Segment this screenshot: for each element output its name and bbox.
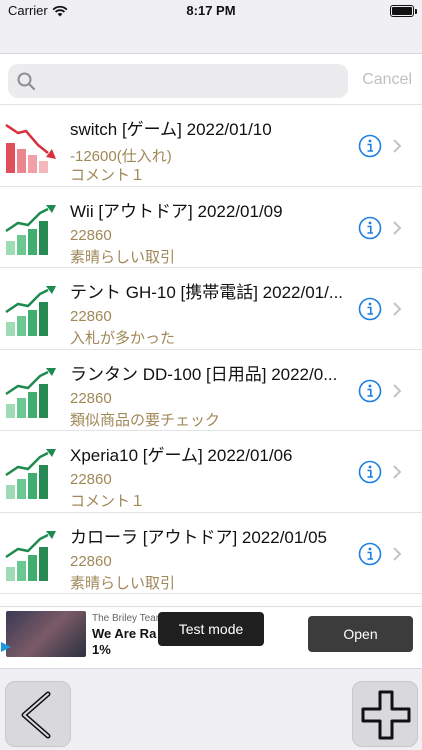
record-comment: 類似商品の要チェック: [70, 411, 221, 429]
search-icon: [17, 72, 36, 91]
add-record-button[interactable]: [352, 681, 418, 747]
clock: 8:17 PM: [186, 3, 236, 18]
navigation-bar: [0, 24, 422, 54]
back-button[interactable]: [5, 681, 71, 747]
ad-image[interactable]: [6, 611, 86, 657]
record-comment: コメント１: [70, 493, 146, 510]
trend-up-chart-icon: [5, 204, 56, 255]
battery-icon: [390, 5, 417, 17]
plus-icon: [361, 690, 411, 740]
list-item[interactable]: カローラ [アウトドア] 2022/01/05 22860 素晴らしい取引: [0, 513, 422, 594]
list-item[interactable]: Xperia10 [ゲーム] 2022/01/06 22860 コメント１: [0, 431, 422, 513]
info-icon[interactable]: [358, 216, 382, 240]
chevron-right-icon: [393, 139, 402, 153]
trend-up-chart-icon: [5, 367, 56, 418]
record-title: Wii [アウトドア] 2022/01/09: [70, 201, 283, 221]
record-amount: 22860: [70, 471, 112, 488]
record-comment: 素晴らしい取引: [70, 248, 176, 266]
ad-advertiser: The Briley Tean: [92, 613, 162, 624]
record-amount: 22860: [70, 389, 112, 407]
record-title: テント GH-10 [携帯電話] 2022/01/...: [70, 283, 344, 302]
chevron-right-icon: [393, 383, 402, 398]
record-title: switch [ゲーム] 2022/01/10: [70, 120, 272, 139]
info-icon[interactable]: [358, 542, 382, 566]
record-title: Xperia10 [ゲーム] 2022/01/06: [70, 446, 293, 465]
chevron-right-icon: [393, 465, 402, 479]
ad-banner[interactable]: The Briley Tean We Are Ra 1% Test mode O…: [0, 606, 422, 660]
info-icon[interactable]: [358, 460, 382, 484]
chevron-left-icon: [21, 691, 51, 739]
record-amount: 22860: [70, 226, 112, 244]
record-comment: コメント１: [70, 167, 146, 184]
trend-down-chart-icon: [5, 123, 56, 173]
cancel-button[interactable]: Cancel: [362, 71, 412, 89]
record-list: switch [ゲーム] 2022/01/10 -12600(仕入れ) コメント…: [0, 104, 422, 594]
list-item[interactable]: switch [ゲーム] 2022/01/10 -12600(仕入れ) コメント…: [0, 105, 422, 187]
search-input[interactable]: [42, 64, 338, 98]
trend-up-chart-icon: [5, 449, 56, 499]
record-amount: 22860: [70, 308, 112, 325]
record-comment: 素晴らしい取引: [70, 574, 176, 592]
record-title: ランタン DD-100 [日用品] 2022/0...: [70, 364, 338, 384]
status-bar: Carrier 8:17 PM: [0, 0, 422, 24]
trend-up-chart-icon: [5, 286, 56, 336]
chevron-right-icon: [393, 546, 402, 561]
record-amount: -12600(仕入れ): [70, 148, 172, 165]
ad-open-button[interactable]: Open: [308, 616, 413, 652]
list-item[interactable]: Wii [アウトドア] 2022/01/09 22860 素晴らしい取引: [0, 187, 422, 268]
info-icon[interactable]: [358, 134, 382, 158]
trend-up-chart-icon: [5, 530, 56, 581]
ad-choices-icon[interactable]: [0, 641, 12, 653]
ad-headline: We Are Ra: [92, 626, 157, 641]
record-amount: 22860: [70, 552, 112, 570]
test-mode-badge: Test mode: [158, 612, 264, 646]
chevron-right-icon: [393, 220, 402, 235]
record-comment: 入札が多かった: [70, 330, 176, 347]
search-bar: Cancel: [0, 58, 422, 104]
info-icon[interactable]: [358, 297, 382, 321]
search-field-container[interactable]: [8, 64, 348, 98]
record-title: カローラ [アウトドア] 2022/01/05: [70, 527, 327, 547]
list-item[interactable]: ランタン DD-100 [日用品] 2022/0... 22860 類似商品の要…: [0, 350, 422, 431]
ad-subline: 1%: [92, 642, 111, 657]
bottom-toolbar: [0, 668, 422, 750]
info-icon[interactable]: [358, 379, 382, 403]
list-item[interactable]: テント GH-10 [携帯電話] 2022/01/... 22860 入札が多か…: [0, 268, 422, 350]
chevron-right-icon: [393, 302, 402, 316]
